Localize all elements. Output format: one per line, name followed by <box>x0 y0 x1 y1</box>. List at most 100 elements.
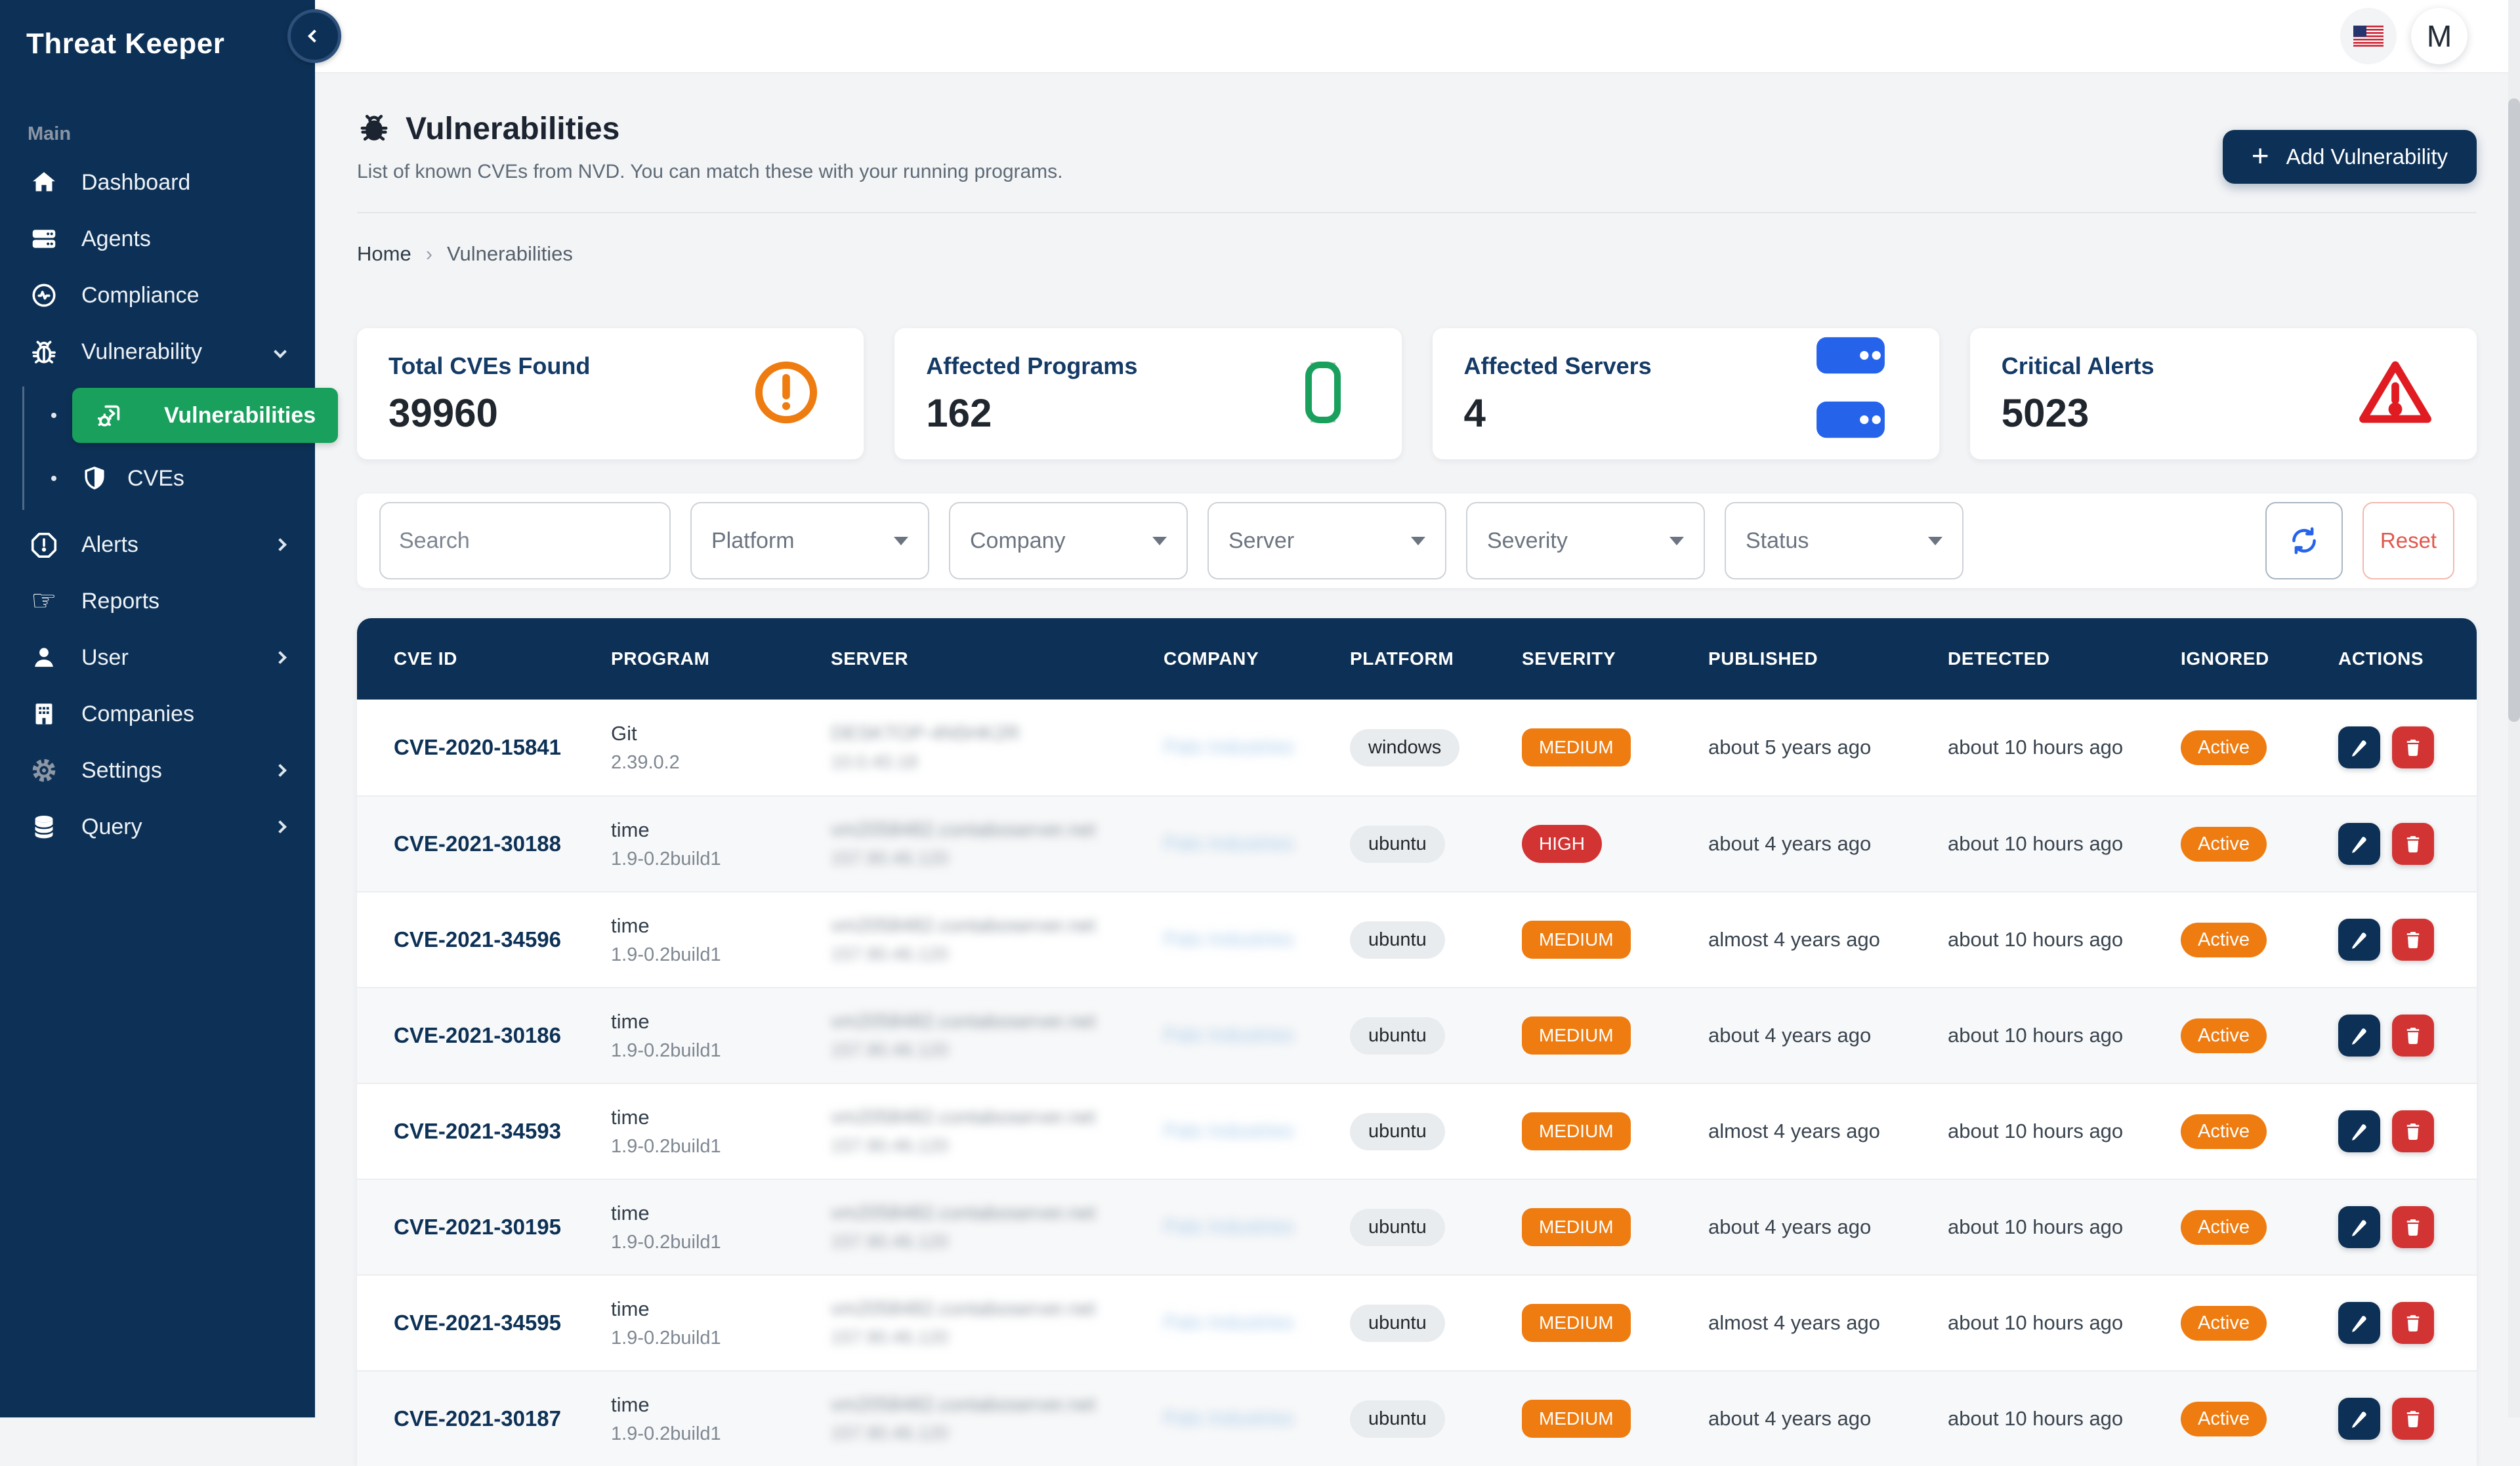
pencil-icon <box>2348 1120 2370 1142</box>
scrollbar-thumb[interactable] <box>2508 98 2520 722</box>
server-name-redacted: vm2058482.contaboserver.net <box>831 1394 1164 1416</box>
edit-button[interactable] <box>2338 1302 2380 1344</box>
cve-link[interactable]: CVE-2021-30187 <box>394 1406 561 1431</box>
platform-select[interactable]: Platform <box>690 502 929 579</box>
cve-link[interactable]: CVE-2021-34595 <box>394 1310 561 1335</box>
vulnerability-submenu: Vulnerabilities CVEs <box>0 380 315 516</box>
caret-down-icon <box>1928 537 1942 545</box>
company-link-redacted[interactable]: Palo Industries <box>1164 1024 1293 1046</box>
sidebar-item-query[interactable]: Query <box>0 799 315 855</box>
company-link-redacted[interactable]: Palo Industries <box>1164 833 1293 854</box>
status-select[interactable]: Status <box>1725 502 1964 579</box>
page-scrollbar[interactable] <box>2508 0 2520 1417</box>
edit-button[interactable] <box>2338 1206 2380 1248</box>
severity-badge: MEDIUM <box>1522 728 1631 766</box>
warning-triangle-icon <box>2353 350 2437 438</box>
sidebar-item-agents[interactable]: Agents <box>0 211 315 267</box>
table-row: CVE-2021-30195 time1.9-0.2build1 vm20584… <box>357 1179 2477 1274</box>
trash-icon <box>2402 1312 2424 1334</box>
delete-button[interactable] <box>2392 1398 2434 1440</box>
person-icon <box>28 641 60 674</box>
delete-button[interactable] <box>2392 1110 2434 1152</box>
add-vulnerability-button[interactable]: + Add Vulnerability <box>2223 130 2477 184</box>
company-link-redacted[interactable]: Palo Industries <box>1164 1216 1293 1238</box>
language-flag-button[interactable] <box>2340 8 2397 64</box>
pulse-circle-icon <box>28 279 60 312</box>
pencil-icon <box>2348 1024 2370 1047</box>
main-content: Vulnerabilities List of known CVEs from … <box>315 73 2520 1417</box>
sidebar-item-cves[interactable]: CVEs <box>0 447 315 510</box>
company-link-redacted[interactable]: Palo Industries <box>1164 929 1293 950</box>
detected-time: about 10 hours ago <box>1948 1311 2181 1335</box>
alert-circle-icon <box>748 354 824 434</box>
sidebar-collapse-button[interactable] <box>287 9 341 63</box>
edit-button[interactable] <box>2338 1398 2380 1440</box>
edit-button[interactable] <box>2338 726 2380 768</box>
program-version: 1.9-0.2build1 <box>611 1136 831 1158</box>
sidebar-item-settings[interactable]: Settings <box>0 742 315 799</box>
bug-icon <box>28 335 60 368</box>
detected-time: about 10 hours ago <box>1948 928 2181 952</box>
cve-link[interactable]: CVE-2021-34593 <box>394 1119 561 1143</box>
edit-button[interactable] <box>2338 1110 2380 1152</box>
delete-button[interactable] <box>2392 1206 2434 1248</box>
cve-link[interactable]: CVE-2021-30195 <box>394 1215 561 1239</box>
sidebar-item-companies[interactable]: Companies <box>0 686 315 742</box>
sidebar-item-compliance[interactable]: Compliance <box>0 267 315 324</box>
search-input[interactable] <box>398 528 691 555</box>
company-link-redacted[interactable]: Palo Industries <box>1164 736 1293 758</box>
sidebar-item-dashboard[interactable]: Dashboard <box>0 154 315 211</box>
reset-button[interactable]: Reset <box>2362 502 2454 579</box>
page-title: Vulnerabilities <box>406 111 620 147</box>
refresh-button[interactable] <box>2265 502 2343 579</box>
pencil-icon <box>2348 1408 2370 1430</box>
status-badge: Active <box>2181 1402 2267 1436</box>
published-time: about 4 years ago <box>1708 1215 1948 1239</box>
breadcrumb-current: Vulnerabilities <box>447 242 573 266</box>
status-badge: Active <box>2181 1306 2267 1341</box>
cve-link[interactable]: CVE-2021-30186 <box>394 1023 561 1047</box>
table-row: CVE-2021-30186 time1.9-0.2build1 vm20584… <box>357 987 2477 1083</box>
caret-down-icon <box>1411 537 1425 545</box>
cve-link[interactable]: CVE-2021-34596 <box>394 927 561 952</box>
server-select[interactable]: Server <box>1208 502 1446 579</box>
submenu-guide-line <box>22 387 24 510</box>
breadcrumb-home[interactable]: Home <box>357 242 411 266</box>
chevron-right-icon <box>274 764 287 777</box>
delete-button[interactable] <box>2392 1302 2434 1344</box>
cve-link[interactable]: CVE-2020-15841 <box>394 735 561 759</box>
edit-button[interactable] <box>2338 919 2380 961</box>
sidebar-item-vulnerability[interactable]: Vulnerability <box>0 324 315 380</box>
delete-button[interactable] <box>2392 919 2434 961</box>
trash-icon <box>2402 1120 2424 1142</box>
sidebar: Threat Keeper Main Dashboard Agents Comp… <box>0 0 315 1417</box>
edit-button[interactable] <box>2338 823 2380 865</box>
delete-button[interactable] <box>2392 823 2434 865</box>
bullet-icon <box>51 476 56 481</box>
table-header-row: CVE ID PROGRAM SERVER COMPANY PLATFORM S… <box>357 618 2477 700</box>
user-avatar[interactable]: M <box>2411 8 2468 64</box>
sidebar-item-user[interactable]: User <box>0 629 315 686</box>
trash-icon <box>2402 736 2424 759</box>
edit-button[interactable] <box>2338 1015 2380 1057</box>
sidebar-item-alerts[interactable]: Alerts <box>0 516 315 573</box>
caret-down-icon <box>1670 537 1684 545</box>
company-link-redacted[interactable]: Palo Industries <box>1164 1120 1293 1142</box>
severity-badge: HIGH <box>1522 825 1602 863</box>
severity-badge: MEDIUM <box>1522 1304 1631 1342</box>
sidebar-item-reports[interactable]: ☞ Reports <box>0 573 315 629</box>
company-link-redacted[interactable]: Palo Industries <box>1164 1312 1293 1333</box>
server-name-redacted: DESKTOP-4N5HK2R <box>831 723 1164 745</box>
sidebar-item-vulnerabilities[interactable]: Vulnerabilities <box>0 384 315 447</box>
breadcrumb: Home › Vulnerabilities <box>357 242 2477 266</box>
delete-button[interactable] <box>2392 1015 2434 1057</box>
delete-button[interactable] <box>2392 726 2434 768</box>
database-icon <box>28 810 60 843</box>
status-badge: Active <box>2181 923 2267 957</box>
company-link-redacted[interactable]: Palo Industries <box>1164 1408 1293 1429</box>
severity-select[interactable]: Severity <box>1466 502 1705 579</box>
published-time: about 4 years ago <box>1708 1024 1948 1047</box>
program-name: time <box>611 1010 831 1034</box>
cve-link[interactable]: CVE-2021-30188 <box>394 831 561 856</box>
company-select[interactable]: Company <box>949 502 1188 579</box>
